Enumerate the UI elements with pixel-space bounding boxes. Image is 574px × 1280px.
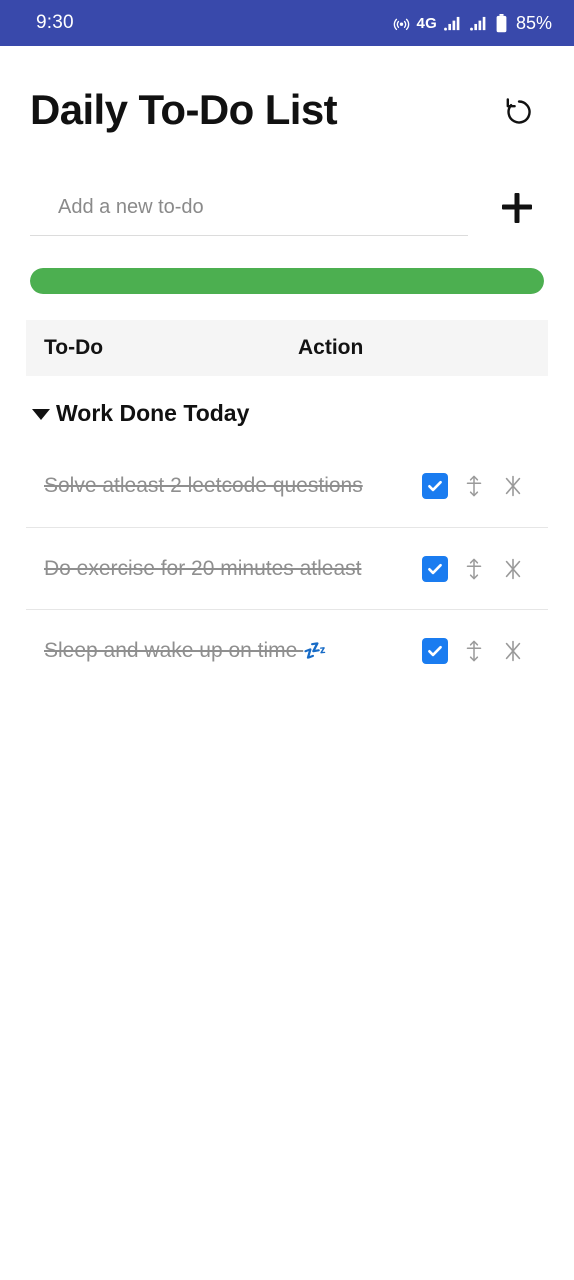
status-bar-clock: 9:30 (36, 12, 74, 33)
delete-x-icon[interactable] (500, 472, 526, 500)
todo-row-actions (422, 472, 544, 500)
todo-row-actions (422, 555, 544, 583)
add-todo-button[interactable] (490, 180, 544, 234)
signal-bars-icon (444, 15, 463, 31)
caret-down-icon (32, 409, 50, 420)
todo-item-text: Sleep and wake up on time 💤 (44, 637, 422, 665)
table-row[interactable]: Do exercise for 20 minutes atleast (26, 527, 548, 609)
todo-row-actions (422, 637, 544, 665)
app-root: 9:30 4G 85% Daily To-Do List Add a new t… (0, 0, 574, 1280)
page-title: Daily To-Do List (30, 85, 338, 133)
delete-x-icon[interactable] (500, 555, 526, 583)
add-todo-input-wrapper (30, 190, 468, 236)
progress-bar-fill (30, 268, 544, 294)
move-updown-icon[interactable] (461, 637, 487, 665)
todo-item-text: Solve atleast 2 leetcode questions (44, 474, 363, 498)
progress-bar (30, 268, 544, 294)
checkbox-checked-icon[interactable] (422, 637, 448, 664)
column-header-todo: To-Do (44, 336, 104, 359)
network-type-label: 4G (416, 14, 437, 32)
todo-table: To-Do Action Work Done Today Solve atlea… (26, 320, 548, 691)
status-bar-indicators: 4G 85% (393, 13, 552, 34)
move-updown-icon[interactable] (461, 472, 487, 500)
todo-rows-container: Solve atleast 2 leetcode questions Do ex… (26, 445, 548, 691)
hotspot-icon (393, 15, 410, 32)
checkbox-checked-icon[interactable] (422, 555, 448, 582)
battery-icon (496, 13, 507, 33)
add-todo-input[interactable] (58, 190, 468, 225)
column-header-action: Action (298, 336, 364, 359)
table-header-row: To-Do Action (26, 320, 548, 376)
move-updown-icon[interactable] (461, 555, 487, 583)
signal-bars-icon-secondary (470, 15, 489, 31)
battery-percent-label: 85% (515, 12, 552, 33)
sleep-emoji-icon: 💤 (303, 640, 327, 662)
reset-circular-arrow-icon (502, 95, 536, 132)
status-bar: 9:30 4G 85% (0, 0, 574, 46)
group-header-label: Work Done Today (56, 400, 250, 426)
table-row[interactable]: Sleep and wake up on time 💤 (26, 609, 548, 691)
table-row[interactable]: Solve atleast 2 leetcode questions (26, 445, 548, 527)
add-todo-row (0, 136, 574, 236)
delete-x-icon[interactable] (500, 637, 526, 665)
reset-button[interactable] (496, 90, 542, 136)
app-header: Daily To-Do List (0, 46, 574, 136)
checkbox-checked-icon[interactable] (422, 473, 448, 499)
todo-item-text: Do exercise for 20 minutes atleast (44, 556, 362, 580)
group-header-work-done-today[interactable]: Work Done Today (26, 376, 548, 445)
